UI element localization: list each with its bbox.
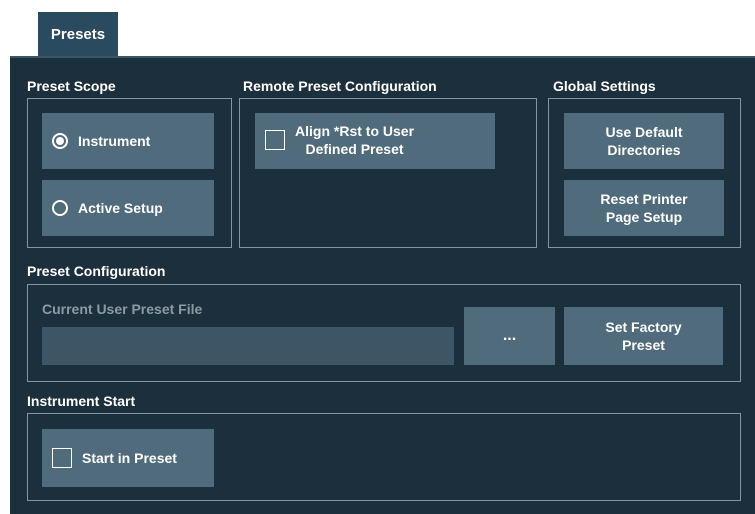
- remote-preset-group: Align *Rst to User Defined Preset: [239, 98, 537, 248]
- start-in-preset-checkbox-button[interactable]: Start in Preset: [42, 429, 214, 487]
- set-factory-line1: Set Factory: [605, 319, 682, 335]
- browse-button[interactable]: ...: [464, 307, 555, 365]
- presets-panel: Preset Scope Instrument Active Setup Rem…: [10, 56, 755, 514]
- instrument-radio-label: Instrument: [78, 133, 151, 149]
- instrument-radio-button[interactable]: Instrument: [42, 113, 214, 169]
- current-preset-file-label: Current User Preset File: [42, 301, 203, 317]
- radio-unselected-icon: [52, 200, 68, 216]
- instrument-start-group: Start in Preset: [27, 413, 741, 501]
- checkbox-icon: [265, 130, 285, 150]
- current-preset-file-field[interactable]: [42, 327, 454, 365]
- align-rst-checkbox-button[interactable]: Align *Rst to User Defined Preset: [255, 113, 495, 169]
- preset-config-title: Preset Configuration: [27, 263, 166, 279]
- global-settings-title: Global Settings: [553, 78, 656, 94]
- tab-presets[interactable]: Presets: [38, 12, 118, 56]
- preset-scope-title: Preset Scope: [27, 78, 116, 94]
- align-rst-label-line1: Align *Rst to User: [295, 123, 415, 139]
- set-factory-preset-button[interactable]: Set Factory Preset: [564, 307, 723, 365]
- reset-printer-page-setup-button[interactable]: Reset Printer Page Setup: [564, 180, 724, 236]
- use-default-dirs-line2: Directories: [607, 142, 681, 158]
- set-factory-line2: Preset: [622, 337, 665, 353]
- start-in-preset-label: Start in Preset: [82, 450, 177, 466]
- remote-preset-title: Remote Preset Configuration: [243, 78, 437, 94]
- tab-presets-label: Presets: [50, 25, 106, 43]
- use-default-directories-button[interactable]: Use Default Directories: [564, 113, 724, 169]
- active-setup-radio-label: Active Setup: [78, 200, 163, 216]
- use-default-dirs-line1: Use Default: [605, 124, 683, 140]
- radio-selected-icon: [52, 133, 68, 149]
- instrument-start-title: Instrument Start: [27, 393, 136, 409]
- reset-printer-line2: Page Setup: [605, 209, 683, 225]
- preset-scope-group: Instrument Active Setup: [27, 98, 232, 248]
- global-settings-group: Use Default Directories Reset Printer Pa…: [548, 98, 741, 248]
- align-rst-label-line2: Defined Preset: [305, 141, 404, 157]
- active-setup-radio-button[interactable]: Active Setup: [42, 180, 214, 236]
- preset-config-group: Current User Preset File ... Set Factory…: [27, 284, 741, 382]
- checkbox-icon: [52, 448, 72, 468]
- reset-printer-line1: Reset Printer: [600, 191, 688, 207]
